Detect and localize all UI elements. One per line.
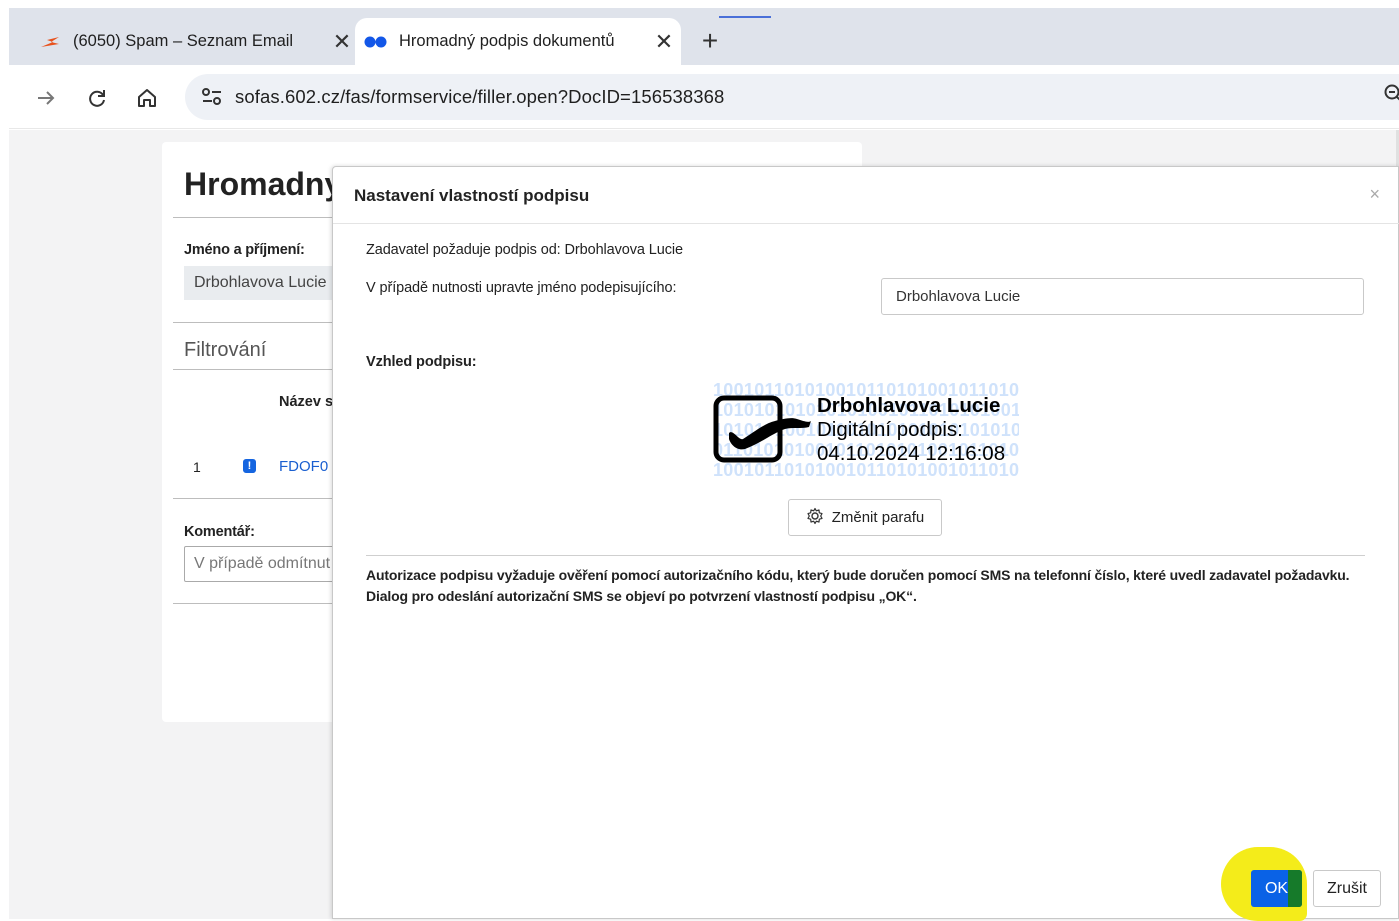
requester-text: Zadavatel požaduje podpis od: Drbohlavov… — [366, 242, 683, 258]
seznam-logo-icon — [37, 35, 63, 49]
home-icon[interactable] — [132, 83, 162, 113]
name-label: Jméno a příjmení: — [184, 242, 305, 258]
change-initials-label: Změnit parafu — [831, 509, 925, 526]
tab-hromadny-podpis[interactable]: Hromadný podpis dokumentů ✕ — [355, 18, 681, 65]
tab-strip: (6050) Spam – Seznam Email ✕ Hromadný po… — [9, 8, 1399, 65]
signature-type: Digitální podpis: — [817, 418, 963, 441]
tab-indicator — [719, 16, 771, 18]
cancel-button[interactable]: Zrušit — [1313, 870, 1381, 907]
signature-date: 04.10.2024 12:16:08 — [817, 442, 1006, 465]
gear-icon — [806, 507, 824, 529]
reload-icon[interactable] — [82, 83, 112, 113]
signature-check-icon — [713, 395, 813, 468]
signature-settings-dialog: Nastavení vlastností podpisu × Zadavatel… — [332, 166, 1399, 921]
authorization-notice: Autorizace podpisu vyžaduje ověření pomo… — [366, 567, 1350, 604]
dialog-title: Nastavení vlastností podpisu — [354, 186, 590, 205]
page-title: Hromadny — [184, 166, 343, 202]
appearance-label: Vzhled podpisu: — [366, 354, 477, 370]
tab-seznam-email[interactable]: (6050) Spam – Seznam Email ✕ — [29, 18, 359, 65]
warning-icon: ! — [243, 459, 256, 473]
change-initials-button[interactable]: Změnit parafu — [788, 499, 942, 536]
divider — [366, 555, 1365, 556]
browser-toolbar: sofas.602.cz/fas/formservice/filler.open… — [9, 65, 1399, 129]
signature-name: Drbohlavova Lucie — [817, 394, 1001, 417]
document-link[interactable]: FDOF0 — [279, 458, 328, 475]
close-tab-icon[interactable]: ✕ — [325, 29, 359, 55]
column-header-name[interactable]: Název s — [279, 394, 333, 410]
signature-preview: 100101101010010110101001011010 101010101… — [713, 380, 1019, 480]
tab-title: (6050) Spam – Seznam Email — [73, 32, 294, 50]
close-icon[interactable]: × — [1369, 184, 1380, 205]
filter-section-title[interactable]: Filtrování — [184, 339, 266, 362]
row-number: 1 — [193, 459, 201, 475]
address-bar[interactable]: sofas.602.cz/fas/formservice/filler.open… — [185, 74, 1399, 120]
602-logo-icon — [363, 36, 389, 48]
signer-name-input[interactable]: Drbohlavova Lucie — [881, 278, 1364, 315]
ok-button[interactable]: OK — [1251, 870, 1302, 907]
zoom-icon[interactable] — [1383, 83, 1399, 110]
url-text: sofas.602.cz/fas/formservice/filler.open… — [235, 86, 725, 107]
new-tab-button[interactable]: + — [695, 25, 725, 57]
forward-icon[interactable] — [31, 83, 61, 113]
site-settings-icon[interactable] — [189, 87, 235, 107]
comment-label: Komentář: — [184, 524, 255, 540]
tab-title: Hromadný podpis dokumentů — [399, 32, 615, 50]
edit-name-label: V případě nutnosti upravte jméno podepis… — [366, 280, 677, 296]
close-tab-icon[interactable]: ✕ — [647, 29, 681, 55]
dialog-header-divider — [333, 223, 1399, 224]
